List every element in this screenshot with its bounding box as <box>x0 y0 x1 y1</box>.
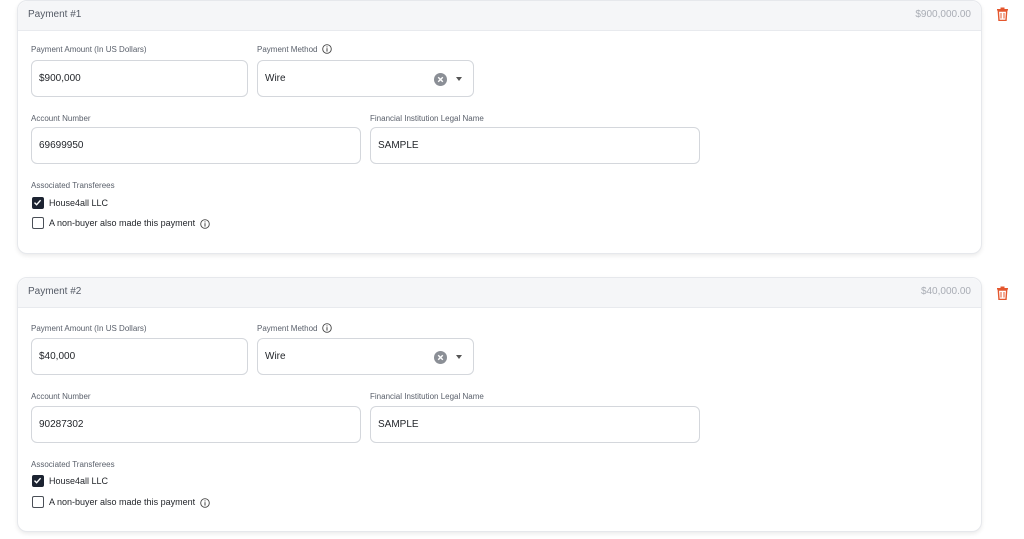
account-number-input[interactable]: 90287302 <box>31 406 361 443</box>
institution-name-input[interactable]: SAMPLE <box>370 127 700 164</box>
info-icon[interactable] <box>322 44 332 54</box>
payment-method-select[interactable]: Wire <box>257 60 474 97</box>
transferee-checkbox[interactable] <box>32 197 44 209</box>
payment-amount-input[interactable]: $40,000 <box>31 338 248 375</box>
payment-title: Payment #2 <box>28 286 82 297</box>
associated-transferees-label: Associated Transferees <box>31 181 115 190</box>
nonbuyer-option-label: A non-buyer also made this payment <box>49 497 196 507</box>
info-icon[interactable] <box>322 323 332 333</box>
caret-down-icon[interactable] <box>456 355 462 359</box>
info-icon[interactable] <box>200 498 210 508</box>
payment-amount-label: Payment Amount (In US Dollars) <box>31 45 147 54</box>
associated-transferees-label: Associated Transferees <box>31 460 115 469</box>
payment-method-value: Wire <box>265 351 286 362</box>
nonbuyer-checkbox[interactable] <box>32 496 44 508</box>
nonbuyer-checkbox[interactable] <box>32 217 44 229</box>
payment-method-label: Payment Method <box>257 45 318 54</box>
institution-name-label: Financial Institution Legal Name <box>370 392 484 401</box>
payment-amount-label: Payment Amount (In US Dollars) <box>31 324 147 333</box>
transferee-option-label: House4all LLC <box>49 198 109 208</box>
info-icon[interactable] <box>200 219 210 229</box>
transferee-checkbox[interactable] <box>32 475 44 487</box>
account-number-input[interactable]: 69699950 <box>31 127 361 164</box>
caret-down-icon[interactable] <box>456 77 462 81</box>
payment-amount-input[interactable]: $900,000 <box>31 60 248 97</box>
transferee-option-label: House4all LLC <box>49 476 109 486</box>
institution-name-label: Financial Institution Legal Name <box>370 114 484 123</box>
check-icon <box>34 199 42 206</box>
clear-circle-icon[interactable] <box>434 351 447 364</box>
clear-circle-icon[interactable] <box>434 73 447 86</box>
account-number-label: Account Number <box>31 392 91 401</box>
payment-card-header: Payment #1 $900,000.00 <box>18 1 981 31</box>
institution-name-input[interactable]: SAMPLE <box>370 406 700 443</box>
payment-card-2: Payment #2 $40,000.00 <box>17 277 982 532</box>
account-number-label: Account Number <box>31 114 91 123</box>
payment-method-select[interactable]: Wire <box>257 338 474 375</box>
check-icon <box>34 477 42 484</box>
payment-method-label: Payment Method <box>257 324 318 333</box>
payment-title: Payment #1 <box>28 9 82 20</box>
delete-payment-button[interactable] <box>996 7 1009 21</box>
payment-total: $40,000.00 <box>920 286 971 297</box>
delete-payment-button[interactable] <box>996 286 1009 300</box>
payment-total: $900,000.00 <box>915 9 971 20</box>
trash-icon <box>997 7 1008 21</box>
payment-card-header: Payment #2 $40,000.00 <box>18 278 981 308</box>
nonbuyer-option-label: A non-buyer also made this payment <box>49 218 196 228</box>
trash-icon <box>997 286 1008 300</box>
payment-method-value: Wire <box>265 73 286 84</box>
